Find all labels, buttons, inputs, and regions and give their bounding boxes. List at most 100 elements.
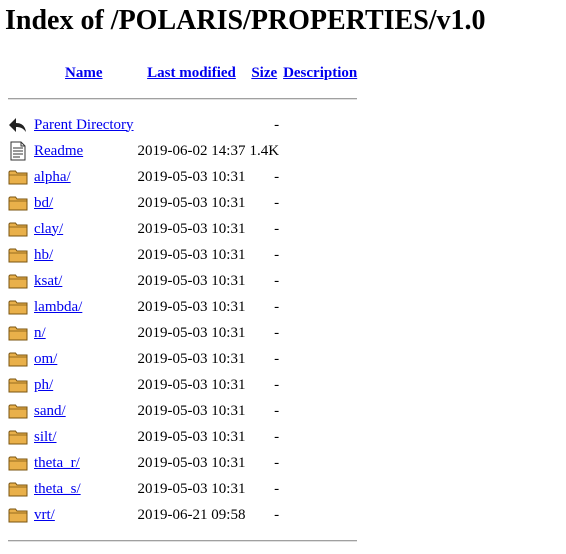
listing-row: n/2019-05-03 10:31 -: [7, 320, 358, 346]
entry-link[interactable]: Readme: [34, 143, 83, 159]
size-cell: -: [274, 480, 280, 497]
name-cell: silt/: [33, 424, 135, 450]
last-modified-cell: 2019-06-21 09:58: [137, 506, 246, 523]
sort-by-size-link[interactable]: Size: [251, 65, 277, 81]
separator-line: [8, 98, 358, 100]
entry-link[interactable]: lambda/: [34, 299, 82, 315]
listing-row: lambda/2019-05-03 10:31 -: [7, 294, 358, 320]
name-cell: theta_r/: [33, 450, 135, 476]
name-cell: clay/: [33, 216, 135, 242]
last-modified-cell: 2019-05-03 10:31: [137, 324, 246, 341]
folder-icon: [7, 190, 31, 216]
name-column-header: Name: [33, 60, 135, 86]
entry-link[interactable]: ph/: [34, 377, 53, 393]
description-cell: [282, 502, 358, 528]
description-cell: [282, 242, 358, 268]
description-cell: [282, 398, 358, 424]
description-column-header: Description: [282, 60, 358, 86]
folder-icon: [7, 372, 31, 398]
listing-row: clay/2019-05-03 10:31 -: [7, 216, 358, 242]
folder-icon: [7, 424, 31, 450]
description-cell: [282, 164, 358, 190]
listing-row: theta_r/2019-05-03 10:31 -: [7, 450, 358, 476]
size-cell: -: [274, 428, 280, 445]
back-arrow-icon: [7, 112, 31, 138]
size-cell: -: [274, 454, 280, 471]
size-cell: -: [274, 272, 280, 289]
entry-link[interactable]: Parent Directory: [34, 117, 134, 133]
folder-icon: [7, 268, 31, 294]
last-modified-cell: 2019-05-03 10:31: [137, 428, 246, 445]
sort-by-description-link[interactable]: Description: [283, 65, 357, 81]
entry-link[interactable]: sand/: [34, 403, 66, 419]
folder-icon: [7, 242, 31, 268]
entry-link[interactable]: alpha/: [34, 169, 71, 185]
last-modified-cell: 2019-05-03 10:31: [137, 480, 246, 497]
listing-row: bd/2019-05-03 10:31 -: [7, 190, 358, 216]
folder-icon: [7, 476, 31, 502]
folder-icon: [7, 216, 31, 242]
last-modified-cell: 2019-05-03 10:31: [137, 246, 246, 263]
entry-link[interactable]: theta_r/: [34, 455, 80, 471]
folder-icon: [7, 294, 31, 320]
entry-link[interactable]: bd/: [34, 195, 53, 211]
entry-link[interactable]: om/: [34, 351, 57, 367]
name-cell: theta_s/: [33, 476, 135, 502]
description-cell: [282, 476, 358, 502]
last-modified-cell: 2019-05-03 10:31: [137, 272, 246, 289]
size-cell: -: [274, 168, 280, 185]
icon-column-header: [7, 60, 31, 86]
entry-link[interactable]: hb/: [34, 247, 53, 263]
listing-row: theta_s/2019-05-03 10:31 -: [7, 476, 358, 502]
size-cell: -: [274, 116, 280, 133]
entry-link[interactable]: clay/: [34, 221, 63, 237]
listing-row: sand/2019-05-03 10:31 -: [7, 398, 358, 424]
size-cell: -: [274, 402, 280, 419]
name-cell: sand/: [33, 398, 135, 424]
folder-icon: [7, 346, 31, 372]
name-cell: lambda/: [33, 294, 135, 320]
description-cell: [282, 372, 358, 398]
name-cell: om/: [33, 346, 135, 372]
footer-separator: [7, 528, 358, 554]
last-modified-cell: 2019-05-03 10:31: [137, 402, 246, 419]
name-cell: Parent Directory: [33, 112, 135, 138]
entry-link[interactable]: theta_s/: [34, 481, 81, 497]
listing-row: ph/2019-05-03 10:31 -: [7, 372, 358, 398]
name-cell: bd/: [33, 190, 135, 216]
description-cell: [282, 216, 358, 242]
size-cell: -: [274, 324, 280, 341]
name-cell: vrt/: [33, 502, 135, 528]
last-modified-column-header: Last modified: [137, 60, 247, 86]
description-cell: [282, 268, 358, 294]
description-cell: [282, 190, 358, 216]
description-cell: [282, 320, 358, 346]
size-cell: -: [274, 220, 280, 237]
entry-link[interactable]: silt/: [34, 429, 57, 445]
text-file-icon: [7, 138, 31, 164]
last-modified-cell: 2019-05-03 10:31: [137, 194, 246, 211]
description-cell: [282, 450, 358, 476]
sort-by-name-link[interactable]: Name: [65, 65, 103, 81]
directory-listing: Name Last modified Size Description Pare…: [5, 60, 360, 554]
description-cell: [282, 346, 358, 372]
entry-link[interactable]: ksat/: [34, 273, 62, 289]
sort-by-last-modified-link[interactable]: Last modified: [147, 65, 236, 81]
last-modified-cell: 2019-05-03 10:31: [137, 298, 246, 315]
last-modified-cell: [137, 112, 247, 138]
entry-link[interactable]: vrt/: [34, 507, 55, 523]
name-cell: alpha/: [33, 164, 135, 190]
description-cell: [282, 138, 358, 164]
header-separator: [7, 86, 358, 112]
name-cell: ph/: [33, 372, 135, 398]
page-title: Index of /POLARIS/PROPERTIES/v1.0: [5, 5, 486, 36]
size-column-header: Size: [248, 60, 280, 86]
size-cell: -: [274, 194, 280, 211]
size-cell: -: [274, 246, 280, 263]
last-modified-cell: 2019-05-03 10:31: [137, 376, 246, 393]
name-cell: n/: [33, 320, 135, 346]
entry-link[interactable]: n/: [34, 325, 46, 341]
last-modified-cell: 2019-05-03 10:31: [137, 350, 246, 367]
listing-row: vrt/2019-06-21 09:58 -: [7, 502, 358, 528]
last-modified-cell: 2019-05-03 10:31: [137, 454, 246, 471]
